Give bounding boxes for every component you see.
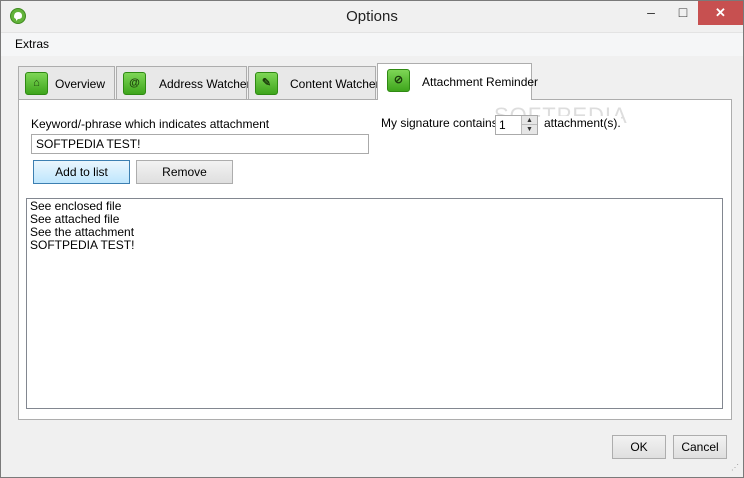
menu-extras[interactable]: Extras — [15, 37, 49, 51]
paperclip-icon: ⊘ — [387, 69, 410, 92]
list-item[interactable]: See enclosed file — [30, 200, 719, 213]
keyword-input[interactable] — [31, 134, 369, 154]
title-bar[interactable]: Options – □ ✕ — [1, 1, 743, 32]
tab-label: Overview — [55, 77, 106, 91]
keyword-label: Keyword/-phrase which indicates attachme… — [31, 117, 270, 131]
resize-grip-icon[interactable]: ⋰ — [731, 464, 741, 475]
options-window: Options – □ ✕ Extras ⌂ Overview @ Addres… — [0, 0, 744, 478]
list-item[interactable]: SOFTPEDIA TEST! — [30, 239, 719, 252]
tab-label: Content Watcher — [290, 77, 380, 91]
tab-content-watcher[interactable]: ✎ Content Watcher — [248, 66, 380, 100]
at-icon: @ — [123, 72, 146, 95]
attachment-reminder-panel: SOFTPEDIA Keyword/-phrase which indicate… — [18, 99, 732, 420]
minimize-button[interactable]: – — [635, 1, 667, 25]
ok-button[interactable]: OK — [612, 435, 666, 459]
tab-label: Address Watcher — [159, 77, 251, 91]
cancel-button[interactable]: Cancel — [673, 435, 727, 459]
signature-suffix-label: attachment(s). — [544, 116, 621, 130]
tab-attachment-reminder[interactable]: ⊘ Attachment Reminder — [377, 63, 538, 100]
spin-down-icon[interactable]: ▼ — [521, 125, 537, 134]
keyword-list[interactable]: See enclosed file See attached file See … — [26, 198, 723, 409]
home-icon: ⌂ — [25, 72, 48, 95]
tab-overview[interactable]: ⌂ Overview — [18, 66, 115, 100]
menu-bar: Extras — [1, 32, 743, 56]
maximize-button[interactable]: □ — [667, 1, 699, 25]
remove-button[interactable]: Remove — [136, 160, 233, 184]
signature-count-stepper[interactable]: 1 ▲ ▼ — [495, 115, 538, 135]
spin-up-icon[interactable]: ▲ — [521, 116, 537, 125]
edit-icon: ✎ — [255, 72, 278, 95]
tab-label: Attachment Reminder — [422, 75, 539, 89]
tab-address-watcher[interactable]: @ Address Watcher — [116, 66, 251, 100]
signature-label: My signature contains — [381, 116, 498, 130]
close-button[interactable]: ✕ — [698, 1, 743, 25]
signature-count-value[interactable]: 1 — [499, 118, 506, 132]
add-to-list-button[interactable]: Add to list — [33, 160, 130, 184]
window-title: Options — [346, 8, 398, 25]
